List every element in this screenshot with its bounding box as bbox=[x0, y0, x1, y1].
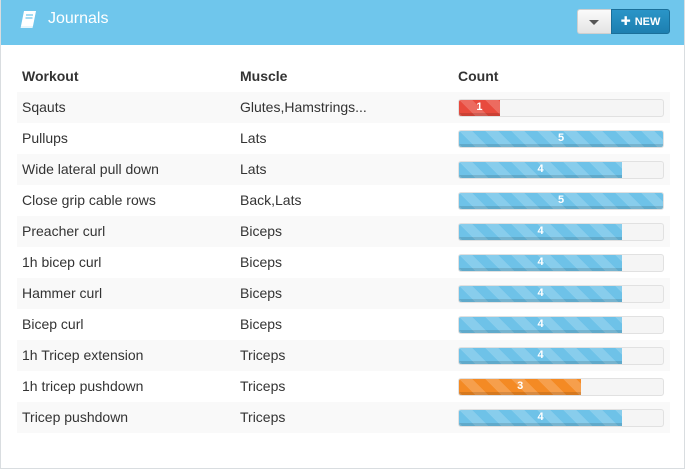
count-progress-bar: 4 bbox=[458, 223, 664, 241]
panel-header: Journals ✚ NEW bbox=[1, 0, 684, 45]
muscle-cell: Biceps bbox=[240, 223, 283, 239]
table-row[interactable]: 1h bicep curl Biceps 4 bbox=[17, 247, 670, 278]
table-row[interactable]: 1h tricep pushdown Triceps 3 bbox=[17, 371, 670, 402]
table-row[interactable]: Wide lateral pull down Lats 4 bbox=[17, 154, 670, 185]
book-icon bbox=[20, 11, 36, 28]
count-progress-fill: 4 bbox=[459, 255, 623, 271]
count-progress-fill: 3 bbox=[459, 379, 582, 395]
count-progress-bar: 3 bbox=[458, 378, 664, 396]
workout-cell: Bicep curl bbox=[22, 316, 84, 332]
muscle-cell: Biceps bbox=[240, 316, 283, 332]
workout-cell: 1h tricep pushdown bbox=[22, 378, 144, 394]
workout-cell: Sqauts bbox=[22, 99, 66, 115]
count-progress-bar: 5 bbox=[458, 130, 664, 148]
column-header-workout: Workout bbox=[22, 68, 79, 84]
table-header: Workout Muscle Count bbox=[17, 62, 670, 92]
workout-cell: 1h bicep curl bbox=[22, 254, 102, 270]
new-button-label: NEW bbox=[634, 16, 661, 28]
new-journal-button[interactable]: ✚ NEW bbox=[611, 9, 670, 34]
muscle-cell: Biceps bbox=[240, 254, 283, 270]
count-progress-bar: 4 bbox=[458, 347, 664, 365]
table-row[interactable]: Sqauts Glutes,Hamstrings... 1 bbox=[17, 92, 670, 123]
caret-down-icon bbox=[589, 20, 599, 25]
table-body: Sqauts Glutes,Hamstrings... 1 Pullups Lats 5 W… bbox=[17, 92, 670, 433]
workout-cell: Wide lateral pull down bbox=[22, 161, 159, 177]
count-progress-bar: 4 bbox=[458, 285, 664, 303]
workout-cell: Pullups bbox=[22, 130, 68, 146]
count-progress-bar: 5 bbox=[458, 192, 664, 210]
count-progress-fill: 5 bbox=[459, 193, 663, 209]
muscle-cell: Back,Lats bbox=[240, 192, 302, 208]
muscle-cell: Triceps bbox=[240, 378, 286, 394]
count-progress-bar: 1 bbox=[458, 99, 664, 117]
table-row[interactable]: Hammer curl Biceps 4 bbox=[17, 278, 670, 309]
dropdown-toggle-button[interactable] bbox=[577, 9, 611, 34]
count-progress-fill: 4 bbox=[459, 286, 623, 302]
muscle-cell: Lats bbox=[240, 130, 267, 146]
table-row[interactable]: Pullups Lats 5 bbox=[17, 123, 670, 154]
column-header-muscle: Muscle bbox=[240, 68, 288, 84]
table-row[interactable]: 1h Tricep extension Triceps 4 bbox=[17, 340, 670, 371]
count-progress-fill: 4 bbox=[459, 317, 623, 333]
count-progress-fill: 4 bbox=[459, 348, 623, 364]
muscle-cell: Triceps bbox=[240, 409, 286, 425]
count-progress-bar: 4 bbox=[458, 409, 664, 427]
count-progress-bar: 4 bbox=[458, 161, 664, 179]
muscle-cell: Glutes,Hamstrings... bbox=[240, 99, 367, 115]
table-row[interactable]: Close grip cable rows Back,Lats 5 bbox=[17, 185, 670, 216]
count-progress-bar: 4 bbox=[458, 254, 664, 272]
table-row[interactable]: Bicep curl Biceps 4 bbox=[17, 309, 670, 340]
count-progress-fill: 4 bbox=[459, 410, 623, 426]
muscle-cell: Lats bbox=[240, 161, 267, 177]
journals-table: Workout Muscle Count Sqauts Glutes,Hamstr… bbox=[17, 62, 670, 433]
table-row[interactable]: Preacher curl Biceps 4 bbox=[17, 216, 670, 247]
workout-cell: Tricep pushdown bbox=[22, 409, 129, 425]
count-progress-fill: 4 bbox=[459, 162, 623, 178]
muscle-cell: Biceps bbox=[240, 285, 283, 301]
workout-cell: Close grip cable rows bbox=[22, 192, 156, 208]
count-progress-fill: 5 bbox=[459, 131, 663, 147]
workout-cell: 1h Tricep extension bbox=[22, 347, 144, 363]
muscle-cell: Triceps bbox=[240, 347, 286, 363]
table-row[interactable]: Tricep pushdown Triceps 4 bbox=[17, 402, 670, 433]
count-progress-fill: 4 bbox=[459, 224, 623, 240]
column-header-count: Count bbox=[458, 68, 499, 84]
panel-title: Journals bbox=[48, 10, 109, 27]
journals-panel: Journals ✚ NEW Workout Muscle Count Sqaut… bbox=[0, 0, 685, 469]
workout-cell: Preacher curl bbox=[22, 223, 106, 239]
count-progress-bar: 4 bbox=[458, 316, 664, 334]
count-progress-fill: 1 bbox=[459, 100, 500, 116]
plus-icon: ✚ bbox=[620, 14, 631, 28]
workout-cell: Hammer curl bbox=[22, 285, 103, 301]
